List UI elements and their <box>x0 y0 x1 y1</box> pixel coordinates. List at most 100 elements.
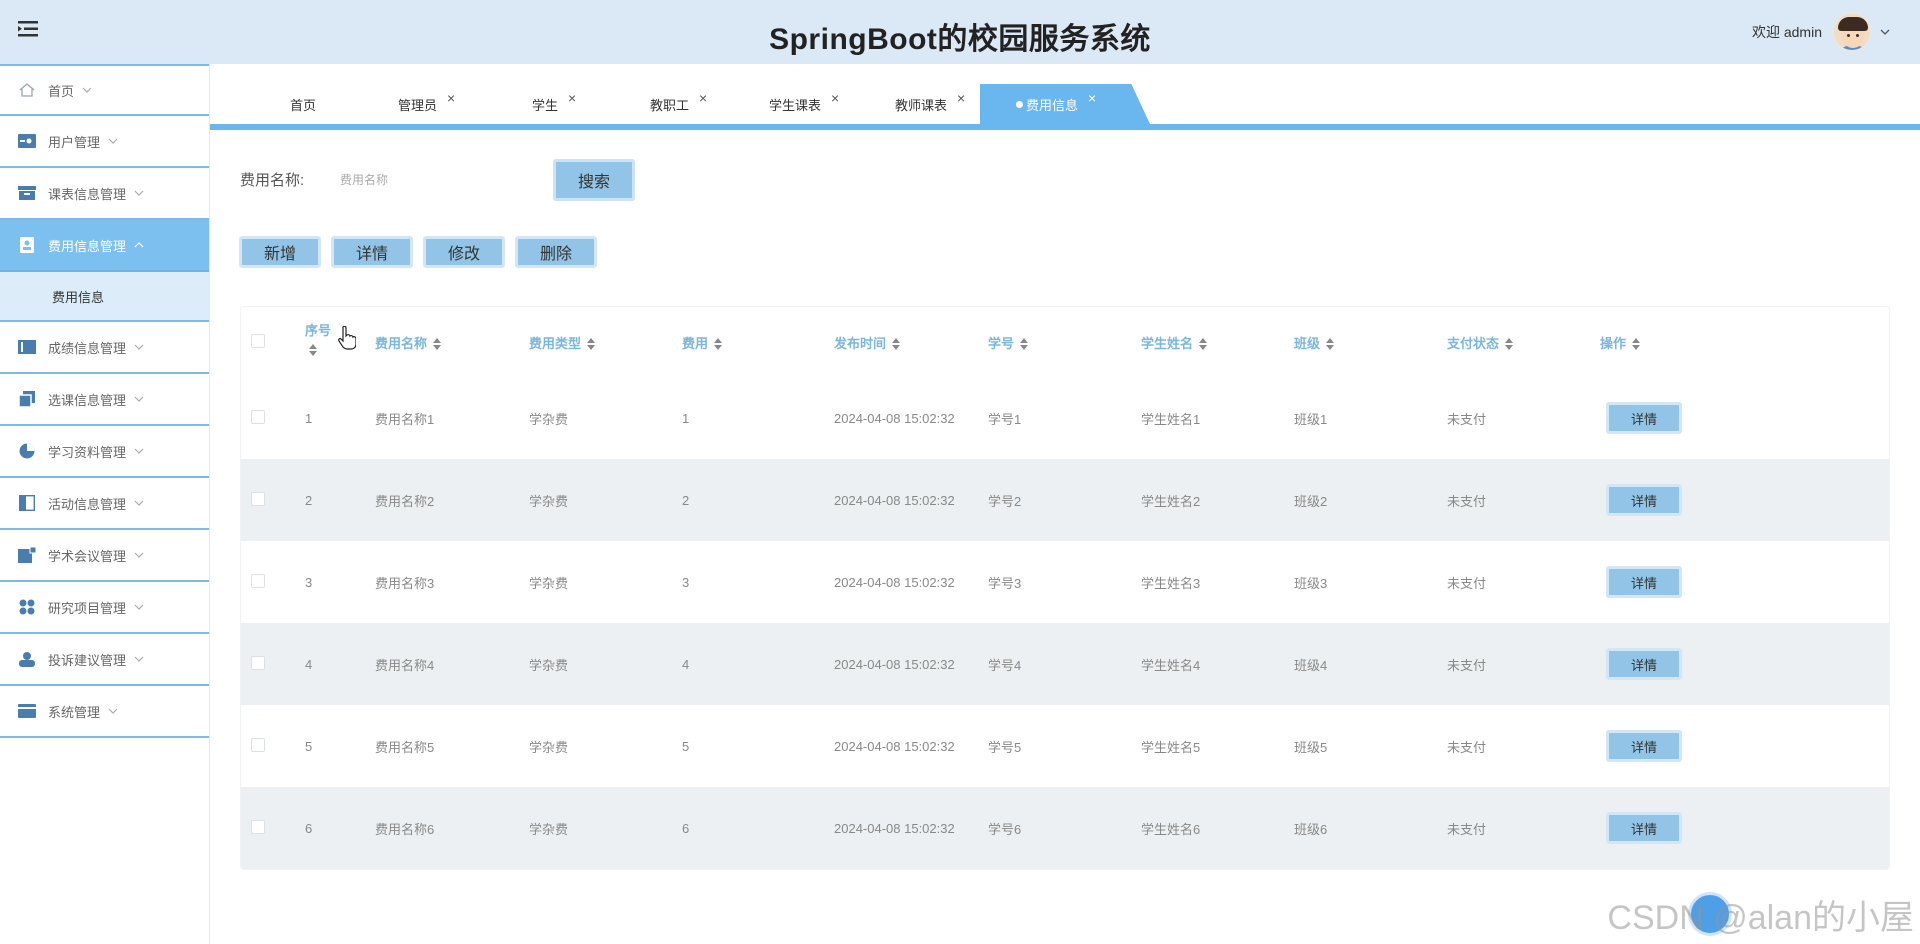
sidebar-item-activities[interactable]: 活动信息管理 <box>0 478 209 530</box>
column-header-fee-type[interactable]: 费用类型 <box>529 307 682 377</box>
tab-label: 学生课表 <box>769 97 822 113</box>
row-checkbox[interactable] <box>251 573 265 588</box>
chevron-down-icon[interactable] <box>1880 27 1890 37</box>
sort-icon[interactable] <box>1632 338 1641 351</box>
row-checkbox[interactable] <box>251 409 265 424</box>
row-detail-button[interactable]: 详情 <box>1606 402 1682 434</box>
hand-pointer-icon <box>338 326 356 350</box>
column-header-student-name[interactable]: 学生姓名 <box>1141 307 1294 377</box>
sidebar-item-complaints[interactable]: 投诉建议管理 <box>0 634 209 686</box>
cell-index: 3 <box>305 574 313 590</box>
row-checkbox[interactable] <box>251 819 265 834</box>
close-icon[interactable]: × <box>447 90 455 106</box>
sort-icon[interactable] <box>714 338 723 351</box>
column-header-fee-name[interactable]: 费用名称 <box>375 307 529 377</box>
column-header-fee[interactable]: 费用 <box>682 307 834 377</box>
cell-fee-type: 学杂费 <box>529 411 569 427</box>
tab-admin[interactable]: 管理员 × <box>398 84 455 124</box>
sidebar-item-users[interactable]: 用户管理 <box>0 116 209 168</box>
wallet-icon <box>18 702 36 720</box>
close-icon[interactable]: × <box>957 90 965 106</box>
close-icon[interactable]: × <box>699 90 707 106</box>
row-detail-button[interactable]: 详情 <box>1606 730 1682 762</box>
chevron-down-icon <box>134 656 144 662</box>
column-header-payment-status[interactable]: 支付状态 <box>1447 307 1600 377</box>
column-header-label: 支付状态 <box>1447 335 1500 351</box>
delete-button[interactable]: 删除 <box>515 236 597 268</box>
sidebar-item-conferences[interactable]: 学术会议管理 <box>0 530 209 582</box>
sidebar-item-course-selection[interactable]: 选课信息管理 <box>0 374 209 426</box>
column-header-publish-time[interactable]: 发布时间 <box>834 307 988 377</box>
cell-fee: 1 <box>682 410 690 426</box>
table-row: 6 费用名称6 学杂费 6 2024-04-08 15:02:32 学号6 学生… <box>241 787 1889 869</box>
column-header-label: 费用 <box>682 335 709 351</box>
edit-button[interactable]: 修改 <box>423 236 505 268</box>
column-header-class[interactable]: 班级 <box>1294 307 1447 377</box>
tab-home[interactable]: 首页 <box>290 84 316 124</box>
sort-icon[interactable] <box>1505 338 1514 351</box>
tab-student[interactable]: 学生 × <box>532 84 576 124</box>
cell-fee-name: 费用名称2 <box>375 493 435 509</box>
sort-icon[interactable] <box>892 338 901 351</box>
row-detail-button[interactable]: 详情 <box>1606 566 1682 598</box>
close-icon[interactable]: × <box>1088 90 1096 106</box>
sidebar-item-label: 选课信息管理 <box>48 392 127 408</box>
cell-publish-time: 2024-04-08 15:02:32 <box>834 410 955 426</box>
chevron-down-icon <box>134 396 144 402</box>
sidebar-item-research[interactable]: 研究项目管理 <box>0 582 209 634</box>
cell-payment-status: 未支付 <box>1447 657 1487 673</box>
tab-teacher-schedule[interactable]: 教师课表 × <box>895 84 965 124</box>
sidebar-item-home[interactable]: 首页 <box>0 64 209 116</box>
cell-index: 2 <box>305 492 313 508</box>
cell-fee-name: 费用名称6 <box>375 821 435 837</box>
sidebar-item-grades[interactable]: 成绩信息管理 <box>0 322 209 374</box>
search-label: 费用名称: <box>240 172 305 189</box>
cell-student-name: 学生姓名3 <box>1141 575 1201 591</box>
avatar[interactable] <box>1832 12 1872 52</box>
column-header-student-id[interactable]: 学号 <box>988 307 1141 377</box>
search-button[interactable]: 搜索 <box>553 159 635 201</box>
column-header-label: 学生姓名 <box>1141 335 1194 351</box>
user-menu[interactable]: 欢迎 admin <box>1752 10 1890 54</box>
close-icon[interactable]: × <box>831 90 839 106</box>
sidebar-item-fees[interactable]: 费用信息管理 <box>0 220 209 272</box>
pie-icon <box>18 442 36 460</box>
table-row: 1 费用名称1 学杂费 1 2024-04-08 15:02:32 学号1 学生… <box>241 377 1889 459</box>
panel-icon <box>18 494 36 512</box>
cell-fee-type: 学杂费 <box>529 493 569 509</box>
sort-icon[interactable] <box>309 343 317 356</box>
sort-icon[interactable] <box>433 338 442 351</box>
row-detail-button[interactable]: 详情 <box>1606 648 1682 680</box>
close-icon[interactable]: × <box>568 90 576 106</box>
sidebar-subitem-fee-info[interactable]: 费用信息 <box>0 272 209 322</box>
welcome-text: 欢迎 admin <box>1751 24 1822 40</box>
cell-publish-time: 2024-04-08 15:02:32 <box>834 738 955 754</box>
table-row: 5 费用名称5 学杂费 5 2024-04-08 15:02:32 学号5 学生… <box>241 705 1889 787</box>
sort-icon[interactable] <box>1199 338 1208 351</box>
active-dot-icon <box>1016 100 1023 108</box>
sidebar-item-system[interactable]: 系统管理 <box>0 686 209 738</box>
fee-name-search-input[interactable] <box>330 164 540 196</box>
sort-icon[interactable] <box>587 338 596 351</box>
cell-student-id: 学号3 <box>988 575 1022 591</box>
tab-staff[interactable]: 教职工 × <box>650 84 707 124</box>
sidebar-item-schedule[interactable]: 课表信息管理 <box>0 168 209 220</box>
tab-label: 教职工 <box>650 97 690 113</box>
top-header: SpringBoot的校园服务系统 欢迎 admin <box>0 0 1920 64</box>
sort-icon[interactable] <box>1326 338 1335 351</box>
detail-button[interactable]: 详情 <box>331 236 413 268</box>
chevron-up-icon <box>134 242 144 248</box>
row-detail-button[interactable]: 详情 <box>1606 812 1682 844</box>
tab-student-schedule[interactable]: 学生课表 × <box>769 84 839 124</box>
select-all-checkbox[interactable] <box>251 333 265 348</box>
row-detail-button[interactable]: 详情 <box>1606 484 1682 516</box>
add-button[interactable]: 新增 <box>239 236 321 268</box>
archive-icon <box>18 184 36 202</box>
row-checkbox[interactable] <box>251 737 265 752</box>
sort-icon[interactable] <box>1020 338 1029 351</box>
row-checkbox[interactable] <box>251 655 265 670</box>
sidebar-item-materials[interactable]: 学习资料管理 <box>0 426 209 478</box>
tab-fee-info[interactable]: 费用信息 × <box>980 84 1150 124</box>
column-header-operation[interactable]: 操作 <box>1600 307 1889 377</box>
row-checkbox[interactable] <box>251 491 265 506</box>
